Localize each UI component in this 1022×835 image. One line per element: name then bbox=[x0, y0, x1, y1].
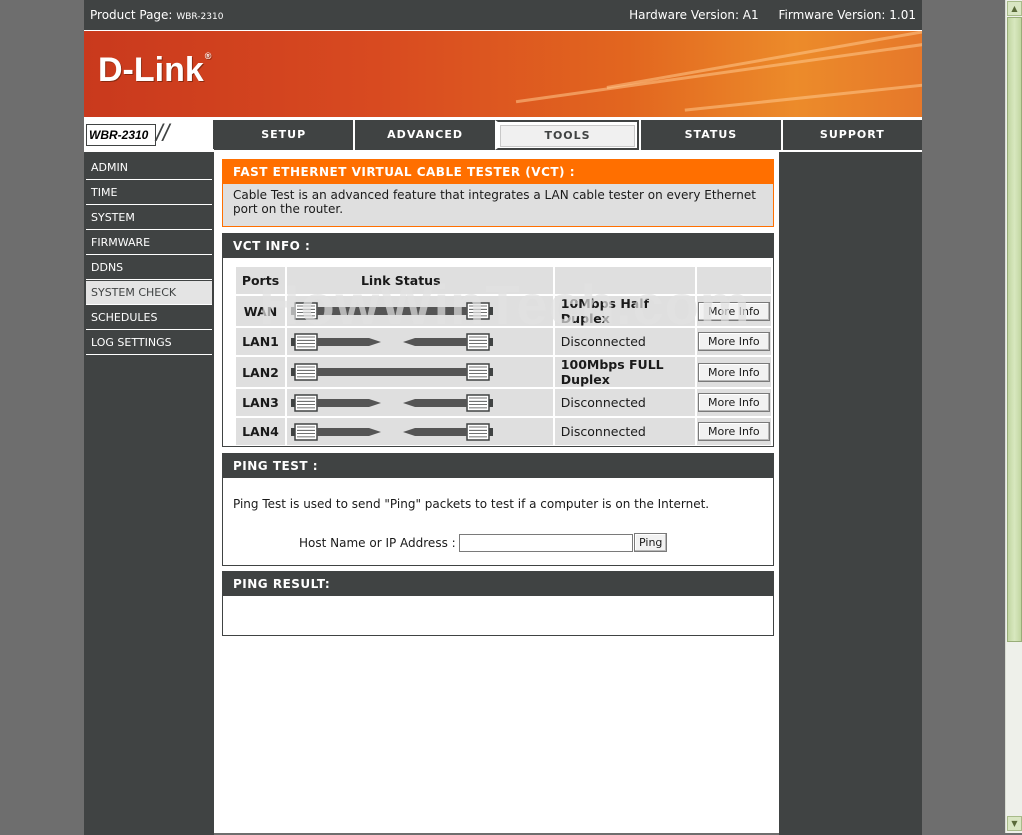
tab-status[interactable]: STATUS bbox=[639, 120, 781, 150]
product-label: Product Page: bbox=[90, 8, 173, 22]
link-status-text: Disconnected bbox=[554, 328, 695, 355]
tab-tools[interactable]: TOOLS bbox=[494, 120, 640, 150]
tab-support[interactable]: SUPPORT bbox=[780, 120, 923, 150]
ping-button[interactable]: Ping bbox=[634, 533, 668, 552]
link-status-text: Disconnected bbox=[554, 389, 695, 416]
scroll-up-icon[interactable]: ▲ bbox=[1007, 1, 1022, 16]
product-model: WBR-2310 bbox=[176, 12, 224, 22]
more-info-button[interactable]: More Info bbox=[698, 393, 770, 412]
sidebar: ADMIN TIME SYSTEM FIRMWARE DDNS SYSTEM C… bbox=[84, 150, 214, 835]
cable-disconnected-icon bbox=[290, 393, 493, 412]
header-empty bbox=[696, 267, 771, 294]
scroll-thumb[interactable] bbox=[1007, 17, 1022, 642]
header-link-status: Link Status bbox=[286, 267, 553, 294]
sidebar-item-firmware[interactable]: FIRMWARE bbox=[86, 231, 212, 255]
vct-info-title: VCT INFO : bbox=[223, 234, 773, 258]
sidebar-item-system[interactable]: SYSTEM bbox=[86, 206, 212, 230]
tab-label: TOOLS bbox=[499, 125, 636, 147]
sidebar-item-log-settings[interactable]: LOG SETTINGS bbox=[86, 331, 212, 355]
vertical-scrollbar[interactable]: ▲ ▼ bbox=[1005, 0, 1022, 833]
header-ports: Ports bbox=[236, 267, 285, 294]
main-nav: SETUP ADVANCED TOOLS STATUS SUPPORT bbox=[214, 120, 923, 150]
cable-connected-icon bbox=[290, 363, 493, 381]
tab-setup[interactable]: SETUP bbox=[214, 120, 354, 150]
main-content: FAST ETHERNET VIRTUAL CABLE TESTER (VCT)… bbox=[214, 152, 779, 833]
ping-test-title: PING TEST : bbox=[223, 454, 773, 478]
link-status-text: 100Mbps FULL Duplex bbox=[554, 357, 695, 387]
cable-connected-icon bbox=[290, 302, 493, 320]
ping-test-description: Ping Test is used to send "Ping" packets… bbox=[233, 497, 710, 511]
tab-label: SETUP bbox=[261, 128, 307, 141]
ping-test-section: PING TEST : Ping Test is used to send "P… bbox=[222, 453, 774, 566]
more-info-button[interactable]: More Info bbox=[698, 422, 770, 441]
table-row: LAN3 Disconnected More Info bbox=[236, 389, 771, 416]
more-info-cell: More Info bbox=[696, 296, 771, 326]
router-page: Product Page: WBR-2310 Hardware Version:… bbox=[84, 0, 923, 835]
vct-info-section: VCT INFO : Ports Link Status WAN 10Mbps H… bbox=[222, 233, 774, 447]
hardware-version: Hardware Version: A1 bbox=[629, 8, 759, 22]
sidebar-item-system-check[interactable]: SYSTEM CHECK bbox=[86, 281, 212, 305]
tab-advanced[interactable]: ADVANCED bbox=[353, 120, 495, 150]
more-info-cell: More Info bbox=[696, 389, 771, 416]
table-row: WAN 10Mbps Half Duplex More Info bbox=[236, 296, 771, 326]
banner-stripe bbox=[684, 77, 922, 112]
vct-description: Cable Test is an advanced feature that i… bbox=[233, 188, 756, 216]
vct-section: FAST ETHERNET VIRTUAL CABLE TESTER (VCT)… bbox=[222, 159, 774, 227]
cable-disconnected-icon bbox=[290, 422, 493, 441]
sidebar-item-time[interactable]: TIME bbox=[86, 181, 212, 205]
vct-table: Ports Link Status WAN 10Mbps Half Duplex M… bbox=[234, 265, 773, 447]
versions: Hardware Version: A1 Firmware Version: 1… bbox=[629, 8, 916, 22]
firmware-version: Firmware Version: 1.01 bbox=[778, 8, 916, 22]
tab-label: STATUS bbox=[684, 128, 738, 141]
port-name: LAN1 bbox=[236, 328, 285, 355]
banner-stripe bbox=[515, 41, 922, 104]
table-row: LAN2 100Mbps FULL Duplex More Info bbox=[236, 357, 771, 387]
host-input[interactable] bbox=[459, 534, 633, 552]
more-info-cell: More Info bbox=[696, 418, 771, 445]
port-name: WAN bbox=[236, 296, 285, 326]
tab-label: SUPPORT bbox=[819, 128, 885, 141]
model-slashes: // bbox=[156, 120, 170, 147]
model-tag: WBR-2310 bbox=[86, 124, 156, 146]
dlink-logo: D-Link® bbox=[98, 51, 211, 90]
port-name: LAN3 bbox=[236, 389, 285, 416]
port-name: LAN2 bbox=[236, 357, 285, 387]
link-graphic-cell bbox=[286, 357, 553, 387]
banner-stripe bbox=[606, 31, 922, 89]
sidebar-item-ddns[interactable]: DDNS bbox=[86, 256, 212, 280]
link-graphic-cell bbox=[286, 389, 553, 416]
port-name: LAN4 bbox=[236, 418, 285, 445]
model-tag-box: WBR-2310 // bbox=[84, 120, 214, 149]
header-empty bbox=[554, 267, 695, 294]
more-info-button[interactable]: More Info bbox=[698, 332, 770, 351]
logo-text: D-Link bbox=[98, 51, 204, 89]
scroll-down-icon[interactable]: ▼ bbox=[1007, 816, 1022, 831]
cable-disconnected-icon bbox=[290, 332, 493, 351]
brand-banner: D-Link® bbox=[84, 31, 922, 117]
table-row: LAN4 Disconnected More Info bbox=[236, 418, 771, 445]
tab-label: ADVANCED bbox=[387, 128, 464, 141]
table-header-row: Ports Link Status bbox=[236, 267, 771, 294]
sidebar-item-schedules[interactable]: SCHEDULES bbox=[86, 306, 212, 330]
sidebar-item-admin[interactable]: ADMIN bbox=[86, 156, 212, 180]
product-page: Product Page: WBR-2310 bbox=[90, 8, 223, 22]
right-column bbox=[779, 150, 922, 835]
logo-registered: ® bbox=[204, 51, 212, 61]
link-status-text: 10Mbps Half Duplex bbox=[554, 296, 695, 326]
link-graphic-cell bbox=[286, 328, 553, 355]
more-info-button[interactable]: More Info bbox=[698, 362, 770, 382]
more-info-cell: More Info bbox=[696, 357, 771, 387]
table-row: LAN1 Disconnected More Info bbox=[236, 328, 771, 355]
more-info-button[interactable]: More Info bbox=[698, 301, 770, 321]
top-bar: Product Page: WBR-2310 Hardware Version:… bbox=[84, 0, 922, 31]
ping-result-section: PING RESULT: bbox=[222, 571, 774, 636]
link-graphic-cell bbox=[286, 418, 553, 445]
ping-result-title: PING RESULT: bbox=[223, 572, 773, 596]
link-graphic-cell bbox=[286, 296, 553, 326]
vct-title: FAST ETHERNET VIRTUAL CABLE TESTER (VCT)… bbox=[223, 160, 773, 184]
link-status-text: Disconnected bbox=[554, 418, 695, 445]
more-info-cell: More Info bbox=[696, 328, 771, 355]
host-label: Host Name or IP Address : bbox=[299, 536, 456, 550]
